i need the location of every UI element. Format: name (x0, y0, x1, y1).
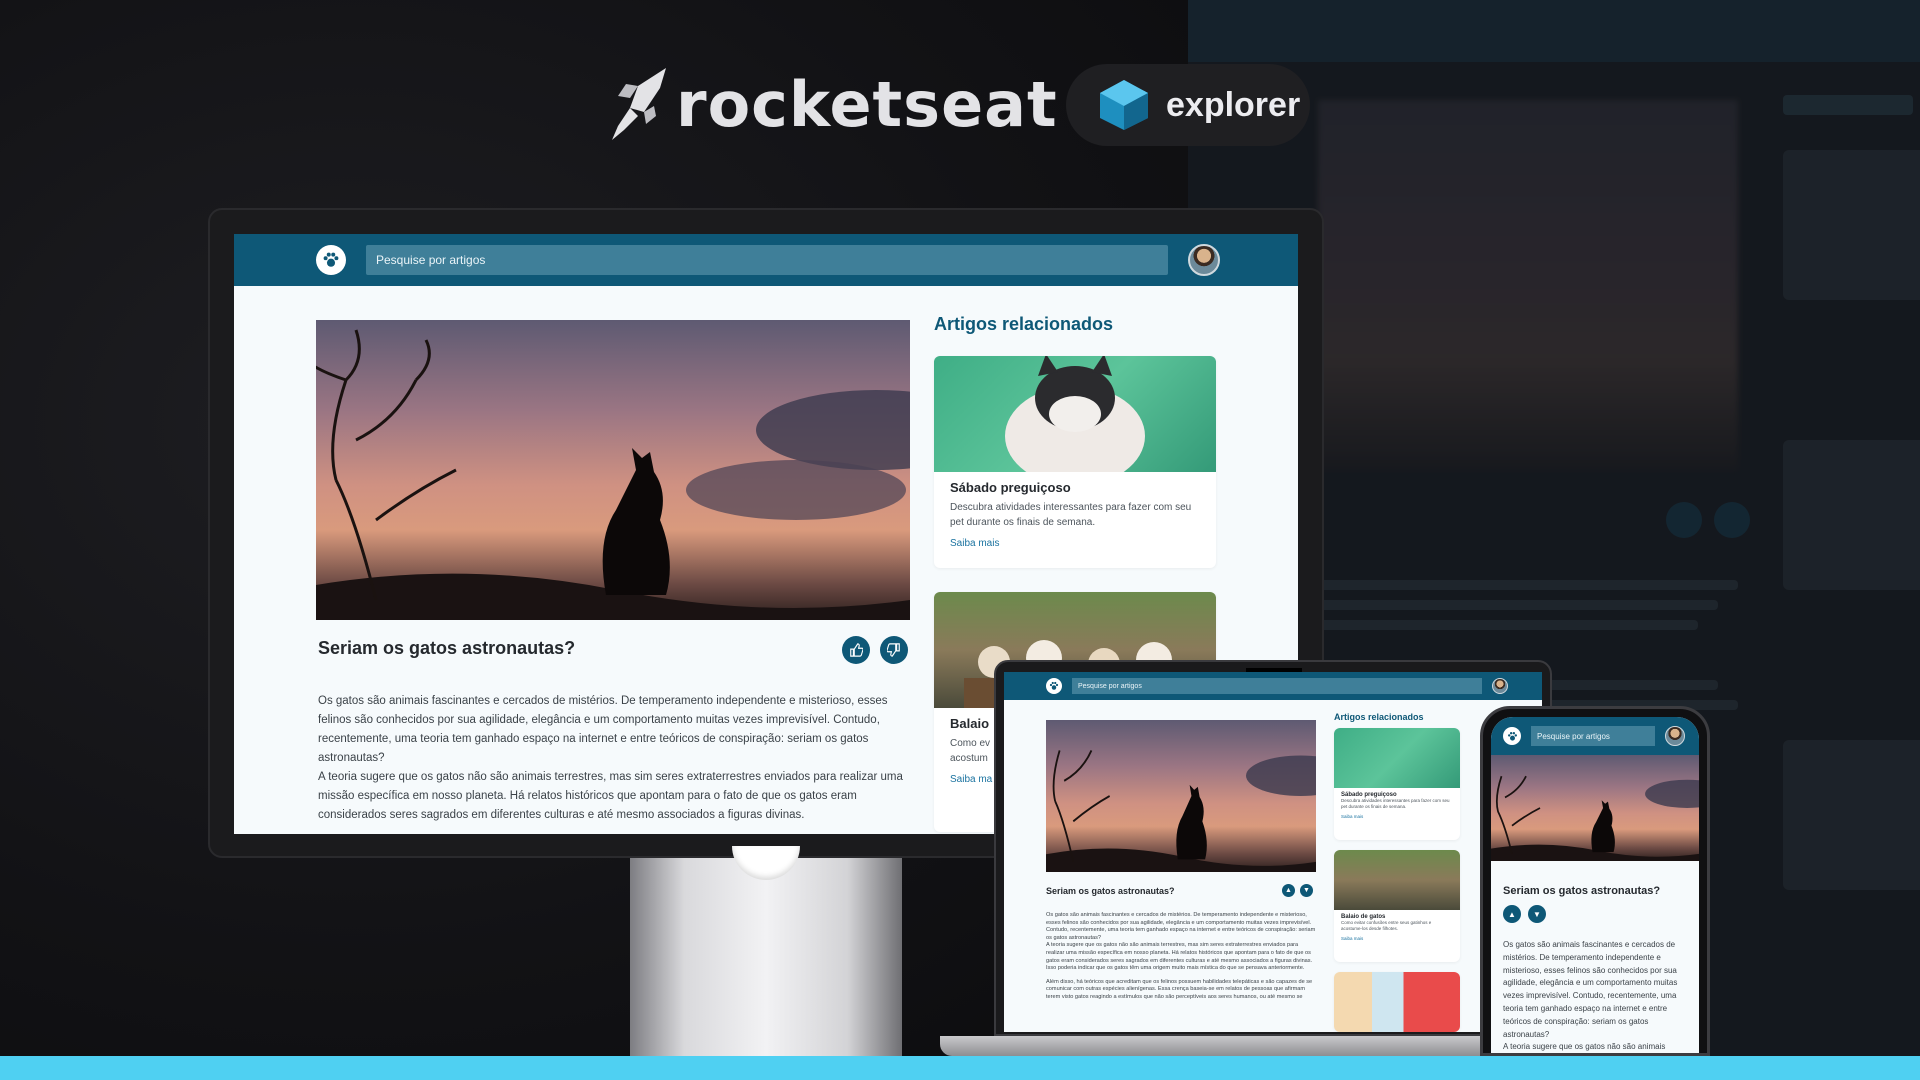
explorer-wordmark: explorer (1166, 85, 1301, 124)
card-description: Como evitar confusões entre seus gatinho… (1341, 920, 1432, 931)
related-heading: Artigos relacionados (934, 314, 1114, 334)
thumbs-up-icon: ▲ (1508, 909, 1516, 919)
search-input[interactable]: Pesquise por artigos (366, 245, 1168, 275)
like-button[interactable] (842, 636, 870, 664)
avatar[interactable] (1665, 726, 1685, 746)
laptop: Pesquise por artigos Seriam os gatos ast… (994, 660, 1552, 1036)
article-title: Seriam os gatos astronautas? (1503, 885, 1661, 897)
related-card[interactable]: Balaio de gatos Como evitar confusões en… (1334, 850, 1460, 962)
article-paragraph: Os gatos são animais fascinantes e cerca… (1046, 912, 1316, 941)
article-title: Seriam os gatos astronautas? (1046, 886, 1175, 896)
article-body: Os gatos são animais fascinantes e cerca… (318, 692, 912, 825)
dislike-button[interactable] (880, 636, 908, 664)
related-card[interactable]: Sábado preguiçoso Descubra atividades in… (934, 356, 1216, 568)
like-button[interactable]: ▲ (1282, 884, 1295, 897)
card-link[interactable]: Saiba mais (950, 538, 1200, 549)
like-button[interactable]: ▲ (1503, 905, 1521, 923)
hero-image (316, 320, 910, 620)
explorer-cube-icon (1100, 80, 1148, 130)
thumbs-down-icon: ▼ (1533, 909, 1541, 919)
card-image-kittens (1334, 850, 1460, 910)
brand-header: rocketseat (608, 62, 1138, 146)
topbar: Pesquise por artigos (1491, 717, 1699, 755)
topbar: Pesquise por artigos (234, 234, 1298, 286)
article-paragraph: Os gatos são animais fascinantes e cerca… (318, 695, 888, 764)
avatar[interactable] (1188, 244, 1220, 276)
paw-logo-icon[interactable] (1046, 678, 1062, 694)
dislike-button[interactable]: ▼ (1300, 884, 1313, 897)
card-image-cat (1334, 728, 1460, 788)
article-body: Os gatos são animais fascinantes e cerca… (1046, 912, 1318, 1002)
topbar: Pesquise por artigos (1004, 672, 1542, 700)
card-image-cat (934, 356, 1216, 486)
thumbs-down-icon: ▼ (1303, 887, 1310, 894)
article-paragraph: Além disso, há teóricos que acreditam qu… (1046, 978, 1313, 1000)
card-link[interactable]: Saiba mais (1341, 814, 1453, 819)
related-heading: Artigos relacionados (1334, 712, 1424, 722)
article-paragraph: Os gatos são animais fascinantes e cerca… (1503, 940, 1678, 1039)
article-paragraph: Isso poderia indicar que os gatos têm um… (1046, 965, 1305, 972)
article-paragraph: A teoria sugere que os gatos não são ani… (1046, 942, 1313, 964)
search-input[interactable]: Pesquise por artigos (1072, 678, 1482, 694)
card-title: Sábado preguiçoso (950, 480, 1071, 495)
related-card[interactable] (1334, 972, 1460, 1032)
avatar[interactable] (1492, 678, 1508, 694)
paw-logo-icon[interactable] (316, 245, 346, 275)
smartphone: Pesquise por artigos Seriam os gatos ast… (1480, 706, 1710, 1056)
laptop-screen: Pesquise por artigos Seriam os gatos ast… (1004, 672, 1542, 1032)
hero-image (1046, 720, 1316, 872)
thumbs-down-icon (887, 643, 900, 657)
bottom-accent-stripe (0, 1056, 1920, 1080)
card-link[interactable]: Saiba mais (1341, 936, 1453, 941)
thumbs-up-icon: ▲ (1285, 887, 1292, 894)
dislike-button[interactable]: ▼ (1528, 905, 1546, 923)
related-card[interactable]: Sábado preguiçoso Descubra atividades in… (1334, 728, 1460, 840)
article-paragraph: A teoria sugere que os gatos não são ani… (1503, 1042, 1666, 1052)
paw-logo-icon[interactable] (1503, 727, 1521, 745)
card-description: Descubra atividades interessantes para f… (1341, 798, 1450, 809)
brand-wordmark: rocketseat (676, 67, 1058, 141)
card-description: Como ev acostum (950, 738, 991, 764)
search-input[interactable]: Pesquise por artigos (1531, 726, 1655, 746)
cat-silhouette-image (316, 329, 910, 620)
explorer-badge: explorer (1066, 64, 1310, 146)
cat-silhouette-image (1491, 775, 1699, 861)
monitor-stand (630, 858, 902, 1056)
article-title: Seriam os gatos astronautas? (318, 638, 576, 658)
hero-image (1491, 755, 1699, 861)
phone-screen: Pesquise por artigos Seriam os gatos ast… (1491, 717, 1699, 1053)
article-body: Os gatos são animais fascinantes e cerca… (1503, 939, 1687, 1053)
card-description: Descubra atividades interessantes para f… (950, 502, 1192, 528)
rocket-icon (612, 68, 666, 140)
thumbs-up-icon (850, 643, 863, 657)
cat-silhouette-image (1046, 749, 1316, 872)
article-paragraph: A teoria sugere que os gatos não são ani… (318, 771, 903, 821)
